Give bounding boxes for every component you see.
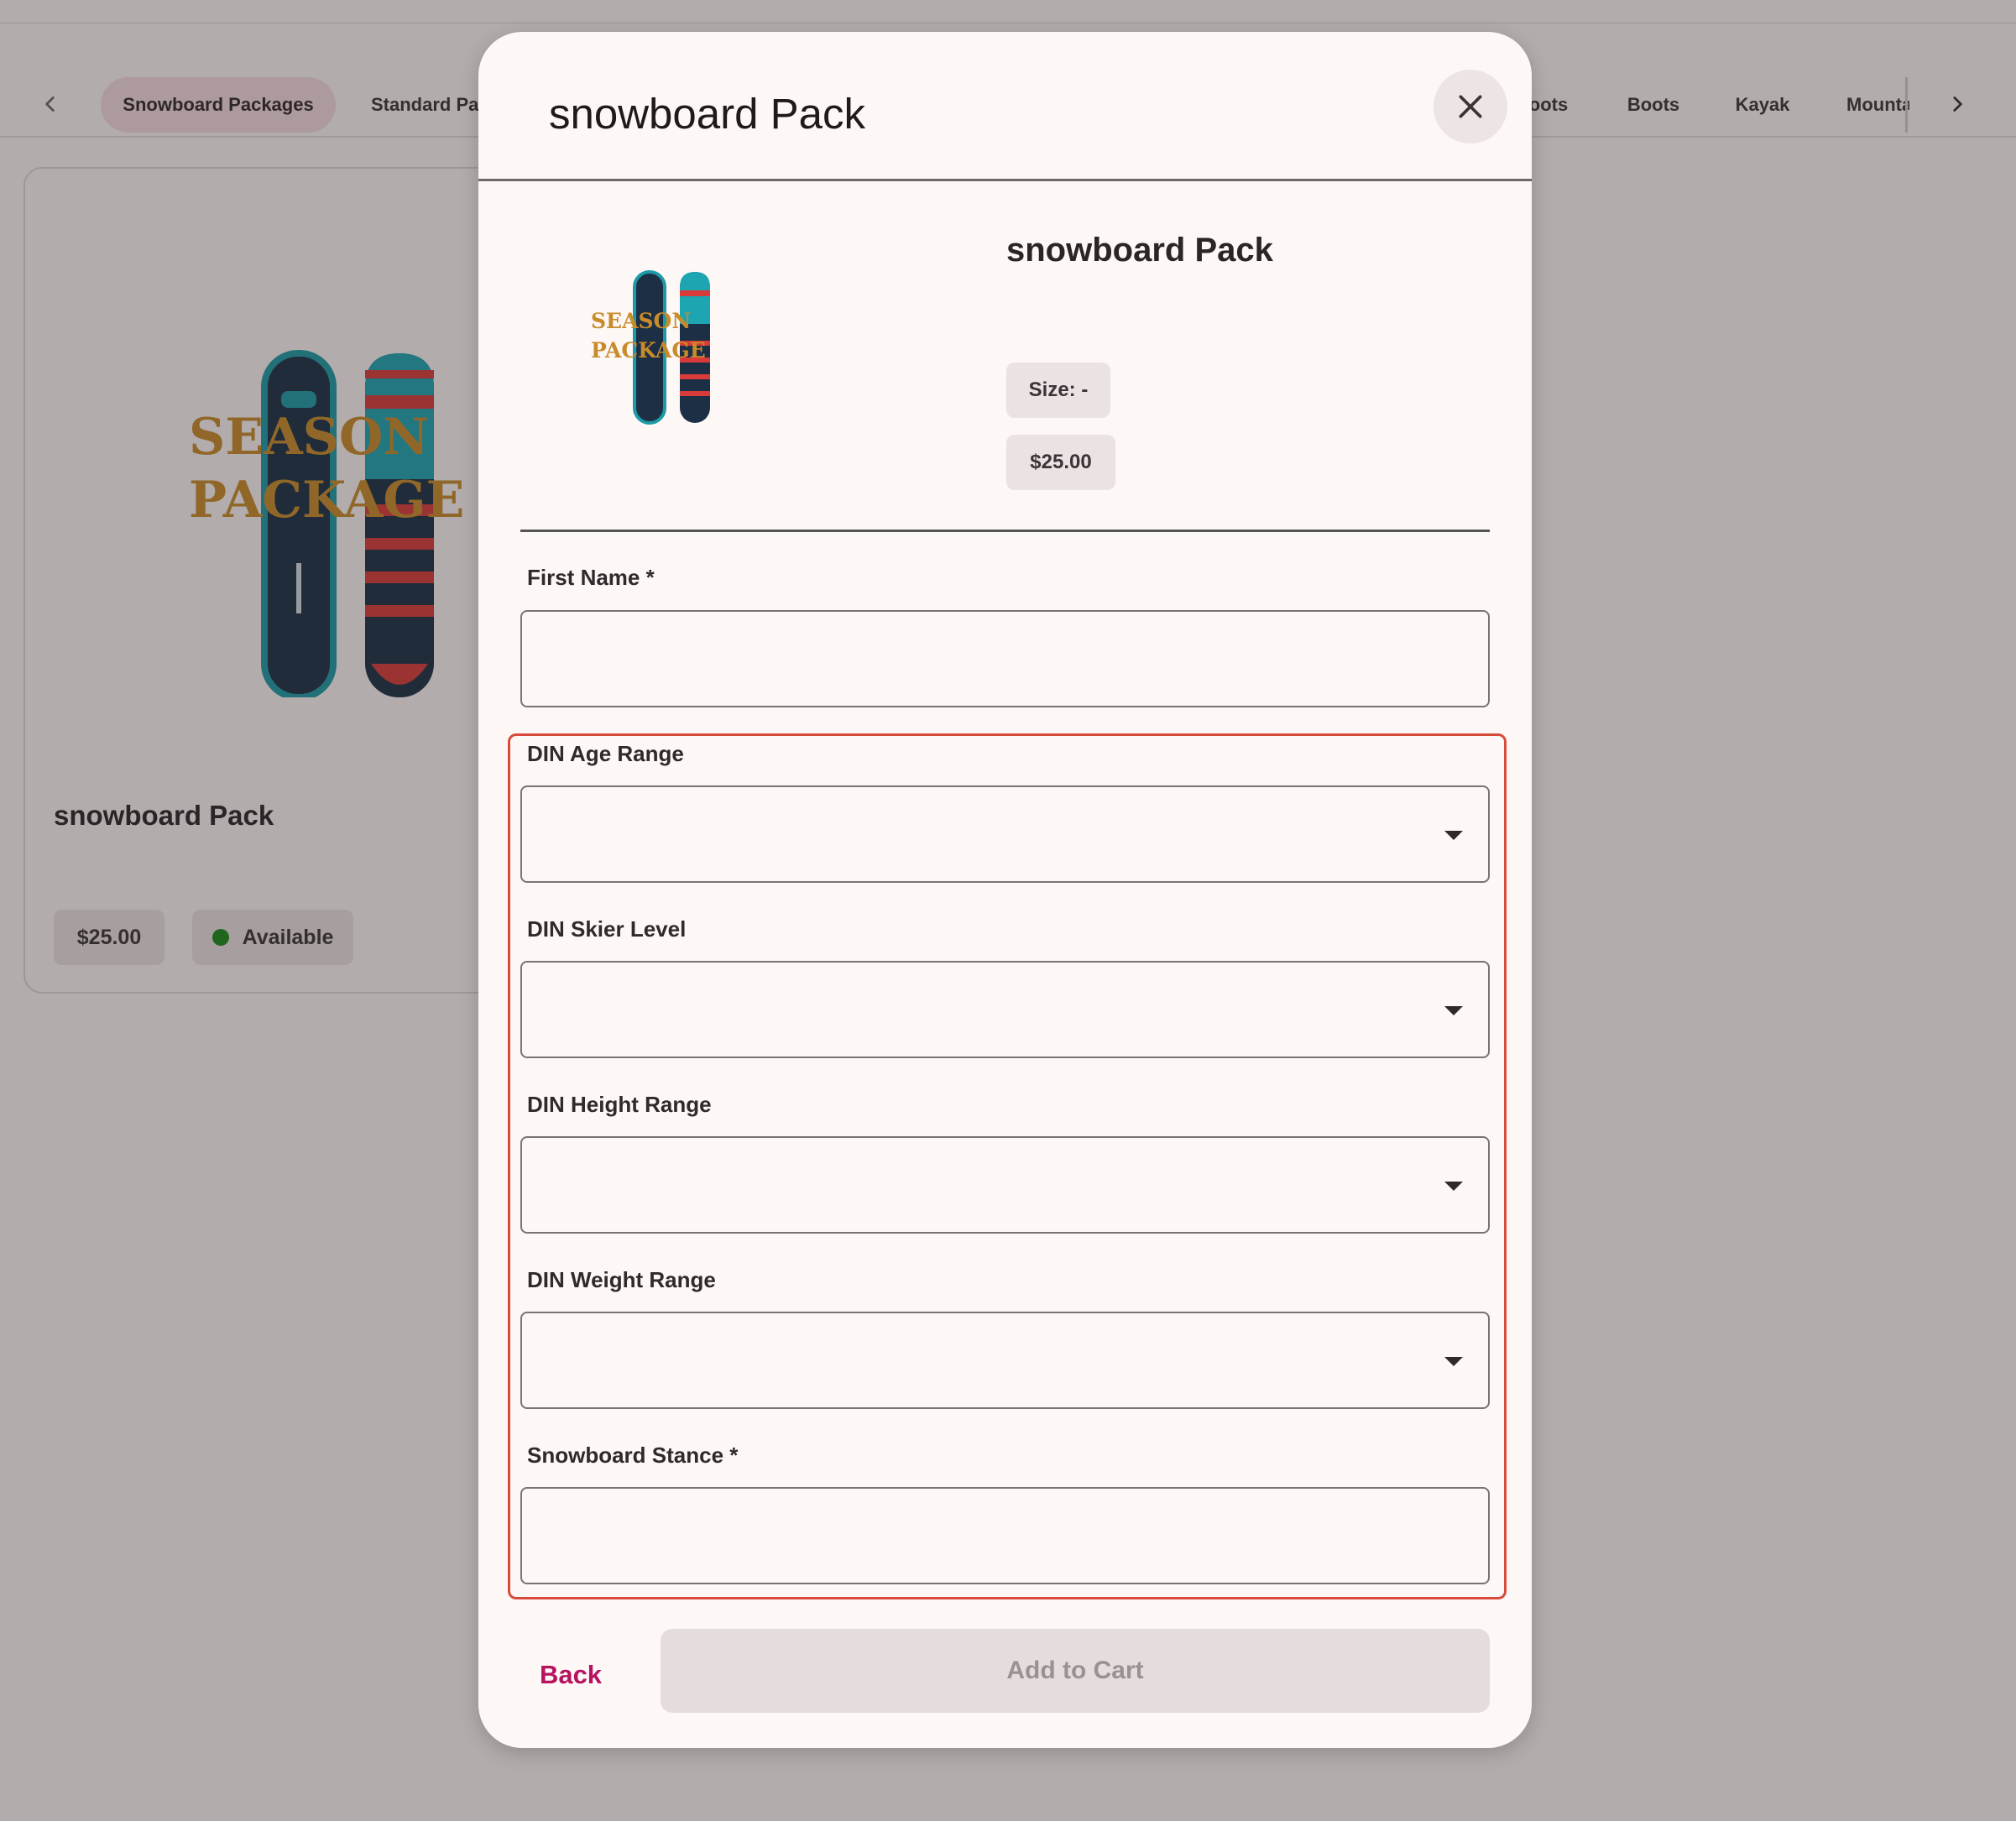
header-divider (478, 179, 1532, 181)
product-modal: snowboard Pack SEASON PACKAGE snowboard … (478, 32, 1532, 1748)
product-name: snowboard Pack (1006, 232, 1273, 269)
section-divider (520, 530, 1490, 532)
thumb-text-package: PACKAGE (591, 338, 706, 363)
product-thumbnail: SEASON PACKAGE (591, 270, 710, 425)
dropdown-arrow-icon (1444, 1182, 1463, 1191)
first-name-label: First Name * (527, 565, 655, 590)
din-height-range-label: DIN Height Range (527, 1092, 712, 1117)
din-skier-level-select[interactable] (520, 961, 1490, 1058)
snowboard-stance-input[interactable] (520, 1487, 1490, 1584)
dropdown-arrow-icon (1444, 831, 1463, 840)
modal-title: snowboard Pack (549, 90, 866, 138)
dropdown-arrow-icon (1444, 1006, 1463, 1015)
din-height-range-select[interactable] (520, 1136, 1490, 1234)
din-age-range-label: DIN Age Range (527, 741, 684, 766)
din-weight-range-label: DIN Weight Range (527, 1267, 716, 1292)
add-to-cart-button[interactable]: Add to Cart (661, 1629, 1490, 1713)
din-skier-level-label: DIN Skier Level (527, 916, 687, 942)
din-weight-range-select[interactable] (520, 1312, 1490, 1409)
dropdown-arrow-icon (1444, 1357, 1463, 1366)
snowboard-stance-label: Snowboard Stance * (527, 1443, 739, 1468)
close-icon (1459, 95, 1482, 118)
back-button[interactable]: Back (529, 1647, 613, 1703)
first-name-input[interactable] (520, 610, 1490, 707)
din-age-range-select[interactable] (520, 785, 1490, 883)
close-button[interactable] (1434, 70, 1507, 143)
size-badge: Size: - (1006, 363, 1110, 418)
price-badge: $25.00 (1006, 435, 1115, 490)
thumb-text-season: SEASON (591, 309, 691, 333)
